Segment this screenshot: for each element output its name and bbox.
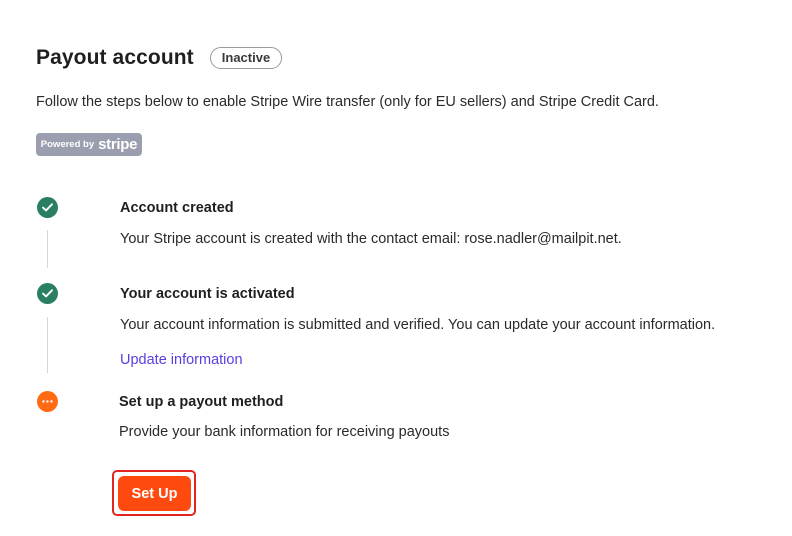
step-2-check-icon [37, 283, 58, 304]
step-3-title: Set up a payout method [119, 394, 284, 410]
ellipsis-icon [42, 400, 53, 403]
page-header: Payout account Inactive [36, 46, 283, 70]
powered-by-stripe-badge: Powered by stripe [36, 133, 142, 156]
status-badge: Inactive [209, 47, 283, 69]
step-1-title: Account created [120, 200, 234, 216]
powered-by-label: Powered by [40, 139, 95, 150]
step-2-title: Your account is activated [120, 286, 295, 302]
payout-account-page: Payout account Inactive Follow the steps… [0, 0, 792, 536]
set-up-button[interactable]: Set Up [118, 476, 191, 511]
step-2-description: Your account information is submitted an… [120, 317, 716, 333]
step-1-check-icon [37, 197, 58, 218]
step-2-connector [47, 317, 48, 373]
update-information-link[interactable]: Update information [120, 352, 243, 368]
step-1-connector [47, 230, 48, 268]
step-1-description: Your Stripe account is created with the … [120, 231, 622, 247]
check-icon [42, 203, 53, 212]
page-description: Follow the steps below to enable Stripe … [36, 94, 659, 110]
step-3-description: Provide your bank information for receiv… [119, 424, 450, 440]
page-title: Payout account [36, 46, 194, 69]
check-icon [42, 289, 53, 298]
stripe-logo: stripe [98, 136, 138, 153]
step-3-pending-icon [37, 391, 58, 412]
